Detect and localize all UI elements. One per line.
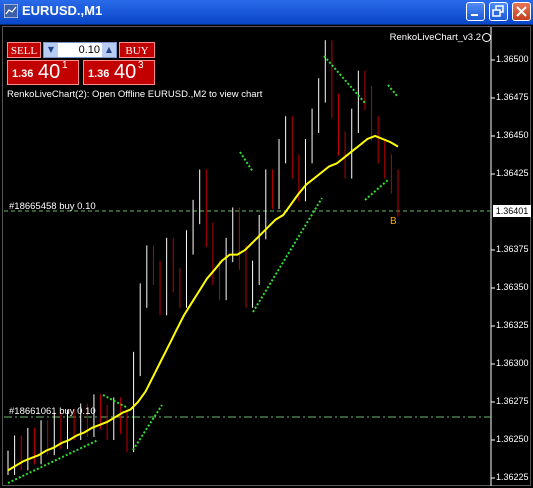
trend-line [239,151,254,173]
buy-button[interactable]: BUY [119,42,155,58]
buy-price-fraction: 3 [138,60,144,71]
price-axis-label: 1.36325 [496,320,529,330]
price-axis-label: 1.36275 [496,396,529,406]
order-label-2[interactable]: #18661061 buy 0.10 [9,406,96,417]
sell-price-prefix: 1.36 [12,68,34,80]
price-axis-label: 1.36350 [496,282,529,292]
price-axis-label: 1.36225 [496,472,529,482]
price-axis-label: 1.36500 [496,54,529,64]
indicator-smiley-icon [482,33,491,42]
indicator-info-text: RenkoLiveChart(2): Open Offline EURUSD.,… [7,89,263,100]
chevron-down-icon[interactable]: ▼ [44,43,58,57]
buy-price-pips: 40 [114,61,137,83]
sell-price-pips: 40 [38,61,61,83]
trend-line [132,404,163,451]
moving-average-line [7,134,399,472]
lot-size-value: 0.10 [78,44,100,56]
sell-price-fraction: 1 [62,60,68,71]
one-click-trading-panel: SELL ▼ 0.10 ▲ BUY 1.36 40 1 1.36 40 3 [7,42,155,86]
buy-price-prefix: 1.36 [88,68,110,80]
price-axis-label: 1.36450 [496,130,529,140]
lot-size-field[interactable]: ▼ 0.10 ▲ [43,42,117,58]
price-axis-label: 1.36475 [496,92,529,102]
price-axis-label: 1.36250 [496,434,529,444]
trend-line [364,179,389,201]
buy-marker: B [390,216,397,227]
sell-button[interactable]: SELL [7,42,41,58]
indicator-name: RenkoLiveChart_v3.2 [389,32,481,43]
price-axis-label: 1.36300 [496,358,529,368]
price-axis-label: 1.36375 [496,244,529,254]
sell-price-button[interactable]: 1.36 40 1 [7,60,79,85]
buy-price-button[interactable]: 1.36 40 3 [83,60,155,85]
trend-line [252,197,323,313]
trend-line [323,55,366,104]
trend-line [387,84,399,98]
current-price-label: 1.36401 [493,205,531,217]
chevron-up-icon[interactable]: ▲ [102,43,116,57]
order-label-1[interactable]: #18665458 buy 0.10 [9,201,96,212]
price-axis-label: 1.36425 [496,168,529,178]
